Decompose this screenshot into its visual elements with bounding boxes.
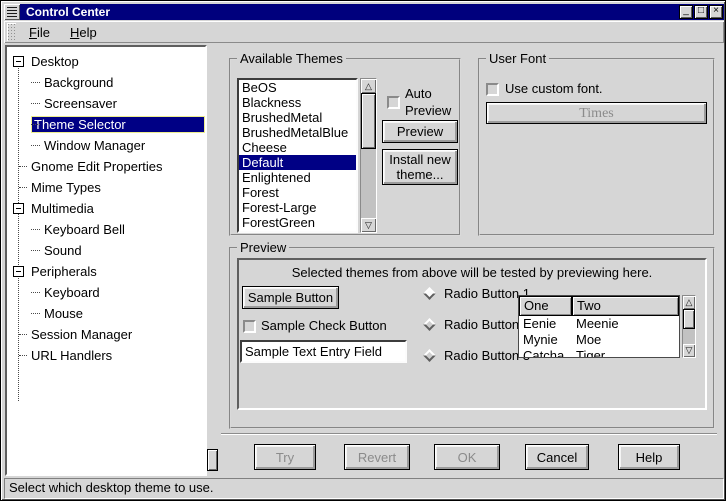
theme-list[interactable]: BeOS Blackness BrushedMetal BrushedMetal… [237,78,358,233]
sample-text-entry[interactable] [240,340,407,363]
preview-caption: Selected themes from above will be teste… [237,265,707,280]
minimize-button[interactable]: _ [679,5,693,19]
theme-list-item[interactable]: BrushedMetal [239,110,356,125]
cancel-button[interactable]: Cancel [525,444,589,470]
scroll-up-icon[interactable]: △ [683,296,695,309]
menubar-grip[interactable] [7,23,16,41]
menu-file[interactable]: File [19,23,60,42]
tree-item-url-handlers[interactable]: URL Handlers [7,345,205,366]
table-row[interactable]: Mynie Moe [519,332,679,348]
sample-list-scrollbar[interactable]: △ ▽ [682,295,696,358]
sample-check-button-label: Sample Check Button [261,318,387,333]
available-themes-frame-label: Available Themes [237,51,346,66]
revert-button[interactable]: Revert [344,444,410,470]
tree-item-gnome-edit-properties[interactable]: Gnome Edit Properties [7,156,205,177]
use-custom-font-label: Use custom font. [505,81,603,96]
font-picker-button[interactable]: Times [486,102,707,124]
sample-list-table[interactable]: One Two Eenie Meenie Mynie Moe Catcha Ti… [518,295,680,358]
pane-splitter-handle[interactable] [207,449,218,471]
tree-item-theme-selector[interactable]: Theme Selector [7,114,205,135]
theme-list-item[interactable]: Forest-Large [239,200,356,215]
titlebar[interactable]: Control Center _ □ × [4,4,724,20]
sample-check-button[interactable] [243,320,256,333]
capplet-tree-panel: Desktop Background Screensaver Theme Sel… [5,45,207,476]
use-custom-font-checkbox[interactable] [486,83,499,96]
scroll-down-icon[interactable]: ▽ [683,344,695,357]
tree-item-mime-types[interactable]: Mime Types [7,177,205,198]
help-button[interactable]: Help [618,444,680,470]
user-font-frame-label: User Font [486,51,549,66]
collapse-expander-icon[interactable] [13,266,24,277]
tree-item-desktop[interactable]: Desktop [7,51,205,72]
maximize-button[interactable]: □ [694,5,708,19]
radio-button-3[interactable]: Radio Button 3 [425,348,530,363]
tree-item-peripherals[interactable]: Peripherals [7,261,205,282]
preview-frame-label: Preview [237,240,289,255]
menu-help[interactable]: Help [60,23,107,42]
table-row[interactable]: Catcha Tiger [519,348,679,358]
minimize-icon: _ [680,5,692,17]
control-center-window: Control Center _ □ × File Help Desktop B… [0,0,726,501]
theme-list-item[interactable]: Cheese [239,140,356,155]
theme-list-item[interactable]: BrushedMetalBlue [239,125,356,140]
table-row[interactable]: Eenie Meenie [519,316,679,332]
theme-list-item[interactable]: Blackness [239,95,356,110]
tree-item-session-manager[interactable]: Session Manager [7,324,205,345]
radio-button-2[interactable]: Radio Button 2 [425,317,530,332]
preview-button[interactable]: Preview [382,120,458,143]
ok-button[interactable]: OK [434,444,500,470]
status-bar: Select which desktop theme to use. [4,478,724,499]
tree-item-multimedia[interactable]: Multimedia [7,198,205,219]
close-button[interactable]: × [709,5,723,19]
install-new-theme-button[interactable]: Install new theme... [382,149,458,185]
scrollbar-thumb[interactable] [361,93,376,149]
maximize-icon: □ [695,5,707,17]
scroll-down-icon[interactable]: ▽ [361,218,376,232]
capplet-tree: Desktop Background Screensaver Theme Sel… [7,47,205,366]
radio-diamond-icon [423,287,436,300]
tree-item-window-manager[interactable]: Window Manager [7,135,205,156]
pane-splitter[interactable] [207,45,218,476]
sample-button[interactable]: Sample Button [242,286,339,309]
scrollbar-thumb[interactable] [683,309,695,329]
window-menu-icon [7,7,17,17]
scroll-up-icon[interactable]: △ [361,79,376,93]
tree-item-sound[interactable]: Sound [7,240,205,261]
close-icon: × [710,5,722,17]
auto-preview-checkbox[interactable] [387,96,400,109]
tree-item-background[interactable]: Background [7,72,205,93]
menubar: File Help [4,21,724,43]
theme-list-item[interactable]: Enlightened [239,170,356,185]
radio-button-1[interactable]: Radio Button 1 [425,286,530,301]
try-button[interactable]: Try [254,444,316,470]
tree-item-keyboard-bell[interactable]: Keyboard Bell [7,219,205,240]
theme-list-item[interactable]: ForestGreen [239,215,356,230]
window-menu-button[interactable] [4,4,20,20]
auto-preview-label: Auto Preview [405,85,459,119]
table-header-row: One Two [519,296,679,316]
theme-list-item[interactable]: Forest [239,185,356,200]
theme-list-item-selected[interactable]: Default [239,155,356,170]
window-title: Control Center [20,5,679,19]
radio-diamond-icon [423,318,436,331]
action-separator [221,433,717,435]
theme-list-item[interactable]: BeOS [239,80,356,95]
theme-list-scrollbar[interactable]: △ ▽ [360,78,377,233]
collapse-expander-icon[interactable] [13,56,24,67]
tree-item-keyboard[interactable]: Keyboard [7,282,205,303]
tree-item-screensaver[interactable]: Screensaver [7,93,205,114]
tree-item-mouse[interactable]: Mouse [7,303,205,324]
collapse-expander-icon[interactable] [13,203,24,214]
column-header-two[interactable]: Two [572,296,679,316]
column-header-one[interactable]: One [519,296,572,316]
radio-diamond-icon [423,349,436,362]
